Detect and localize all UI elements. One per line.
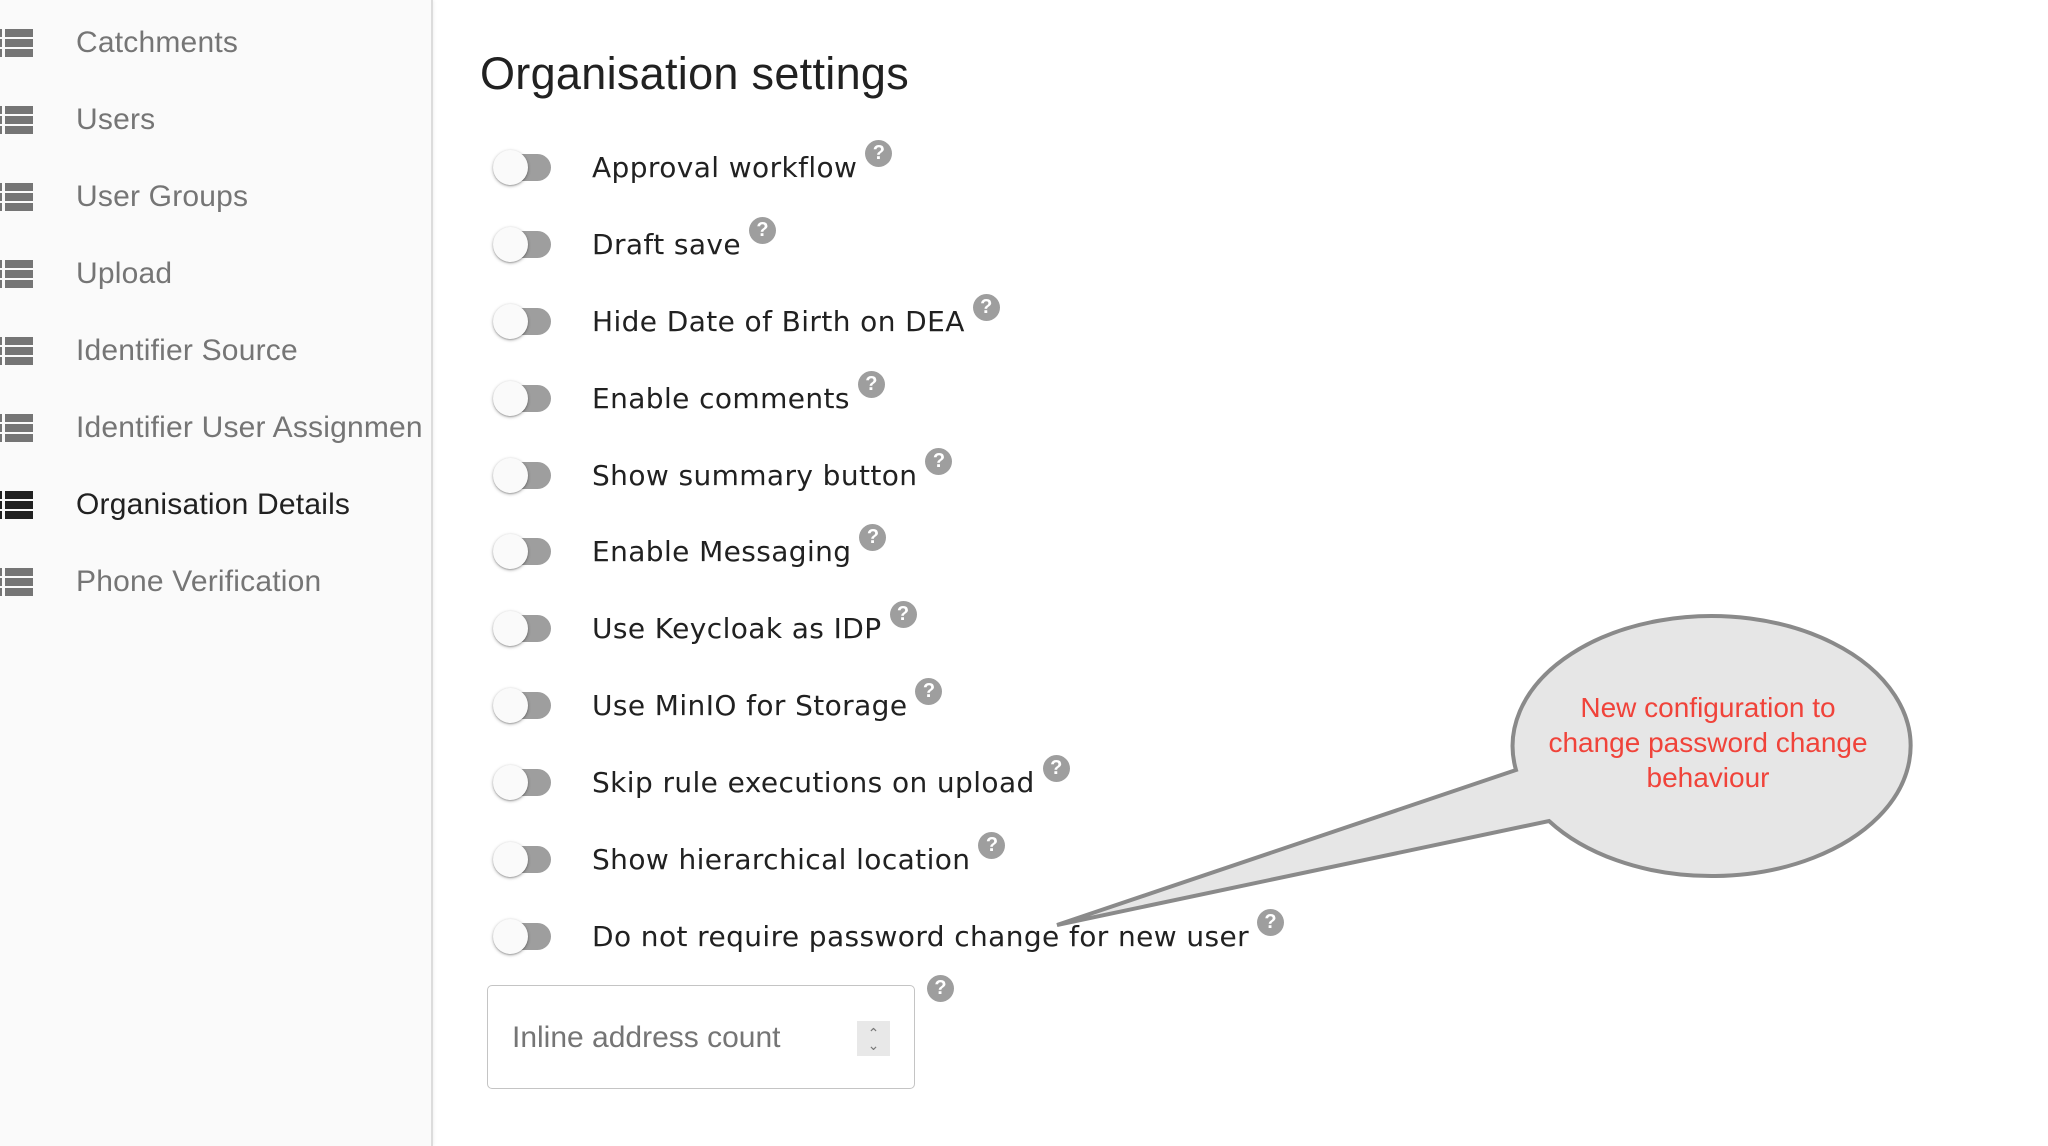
toggle-thumb [493, 150, 528, 185]
enable-comments-toggle[interactable] [493, 378, 553, 418]
view-list-icon [0, 259, 33, 288]
setting-no-password-change: Do not require password change for new u… [493, 906, 1285, 966]
toggle-thumb [493, 765, 528, 800]
skip-rule-executions-toggle[interactable] [493, 762, 553, 802]
view-list-icon [0, 182, 33, 211]
setting-label: Skip rule executions on upload [592, 765, 1035, 799]
help-icon[interactable]: ? [749, 216, 777, 244]
help-icon[interactable]: ? [1257, 908, 1285, 936]
setting-label: Enable comments [592, 381, 850, 415]
view-list-icon [0, 336, 33, 365]
toggle-thumb [493, 381, 528, 416]
setting-show-summary-button: Show summary button ? [493, 445, 953, 505]
view-list-icon [0, 28, 33, 57]
help-icon[interactable]: ? [1042, 754, 1070, 782]
page-title: Organisation settings [480, 48, 910, 99]
setting-label: Show summary button [592, 458, 918, 492]
keycloak-idp-toggle[interactable] [493, 608, 553, 648]
chevron-down-icon[interactable]: ⌄ [868, 1038, 880, 1052]
setting-draft-save: Draft save ? [493, 214, 777, 274]
setting-hide-dob: Hide Date of Birth on DEA ? [493, 291, 1000, 351]
setting-enable-messaging: Enable Messaging ? [493, 521, 887, 581]
annotation-text: New configuration to change password cha… [1540, 690, 1876, 795]
sidebar-item-label: Identifier Source [76, 333, 298, 367]
view-list-icon [0, 567, 33, 596]
sidebar-item-label: Phone Verification [76, 564, 322, 598]
setting-keycloak-idp: Use Keycloak as IDP ? [493, 598, 917, 658]
sidebar-item-phone-verification[interactable]: Phone Verification [0, 543, 431, 620]
sidebar: Catchments Users User Groups Upload Iden… [0, 0, 433, 1146]
sidebar-item-identifier-source[interactable]: Identifier Source [0, 312, 431, 389]
approval-workflow-toggle[interactable] [493, 147, 553, 187]
toggle-thumb [493, 688, 528, 723]
sidebar-item-label: Users [76, 102, 156, 136]
number-spinner[interactable]: ⌃ ⌄ [857, 1021, 890, 1056]
help-icon[interactable]: ? [865, 139, 893, 167]
show-summary-button-toggle[interactable] [493, 455, 553, 495]
toggle-thumb [493, 611, 528, 646]
sidebar-item-label: Catchments [76, 25, 239, 59]
setting-label: Approval workflow [592, 150, 858, 184]
hierarchical-location-toggle[interactable] [493, 839, 553, 879]
minio-storage-toggle[interactable] [493, 685, 553, 725]
setting-label: Do not require password change for new u… [592, 919, 1250, 953]
help-icon[interactable]: ? [927, 975, 954, 1002]
toggle-thumb [493, 304, 528, 339]
setting-label: Use MinIO for Storage [592, 688, 908, 722]
toggle-thumb [493, 458, 528, 493]
toggle-thumb [493, 919, 528, 954]
setting-approval-workflow: Approval workflow ? [493, 137, 893, 197]
hide-dob-toggle[interactable] [493, 301, 553, 341]
draft-save-toggle[interactable] [493, 224, 553, 264]
toggle-thumb [493, 227, 528, 262]
sidebar-item-label: Identifier User Assignmen [76, 410, 423, 444]
no-password-change-toggle[interactable] [493, 916, 553, 956]
view-list-icon [0, 413, 33, 442]
setting-skip-rule-executions: Skip rule executions on upload ? [493, 752, 1070, 812]
sidebar-item-user-groups[interactable]: User Groups [0, 158, 431, 235]
enable-messaging-toggle[interactable] [493, 531, 553, 571]
setting-label: Draft save [592, 227, 742, 261]
sidebar-item-identifier-user-assignment[interactable]: Identifier User Assignmen [0, 389, 431, 466]
annotation-line: New configuration to [1580, 692, 1836, 723]
help-icon[interactable]: ? [915, 677, 943, 705]
toggle-thumb [493, 534, 528, 569]
setting-label: Show hierarchical location [592, 842, 971, 876]
help-icon[interactable]: ? [978, 831, 1006, 859]
sidebar-item-label: User Groups [76, 179, 249, 213]
setting-minio-storage: Use MinIO for Storage ? [493, 675, 943, 735]
inline-address-count-input[interactable] [512, 1016, 832, 1060]
setting-hierarchical-location: Show hierarchical location ? [493, 829, 1006, 889]
help-icon[interactable]: ? [859, 523, 887, 551]
sidebar-item-organisation-details[interactable]: Organisation Details [0, 466, 431, 543]
main-content: Organisation settings Approval workflow … [433, 0, 2048, 1146]
view-list-icon [0, 490, 33, 519]
sidebar-item-label: Organisation Details [76, 487, 351, 521]
help-icon[interactable]: ? [925, 447, 953, 475]
help-icon[interactable]: ? [889, 600, 917, 628]
inline-address-count-field: ⌃ ⌄ [487, 985, 915, 1089]
setting-enable-comments: Enable comments ? [493, 368, 885, 428]
sidebar-item-label: Upload [76, 256, 173, 290]
annotation-line: behaviour [1646, 762, 1770, 793]
help-icon[interactable]: ? [972, 293, 1000, 321]
sidebar-item-catchments[interactable]: Catchments [0, 4, 431, 81]
setting-label: Use Keycloak as IDP [592, 611, 882, 645]
setting-label: Enable Messaging [592, 534, 852, 568]
annotation-line: change password change [1548, 727, 1868, 758]
toggle-thumb [493, 842, 528, 877]
setting-label: Hide Date of Birth on DEA [592, 304, 965, 338]
sidebar-item-upload[interactable]: Upload [0, 235, 431, 312]
help-icon[interactable]: ? [857, 370, 885, 398]
sidebar-item-users[interactable]: Users [0, 81, 431, 158]
view-list-icon [0, 105, 33, 134]
